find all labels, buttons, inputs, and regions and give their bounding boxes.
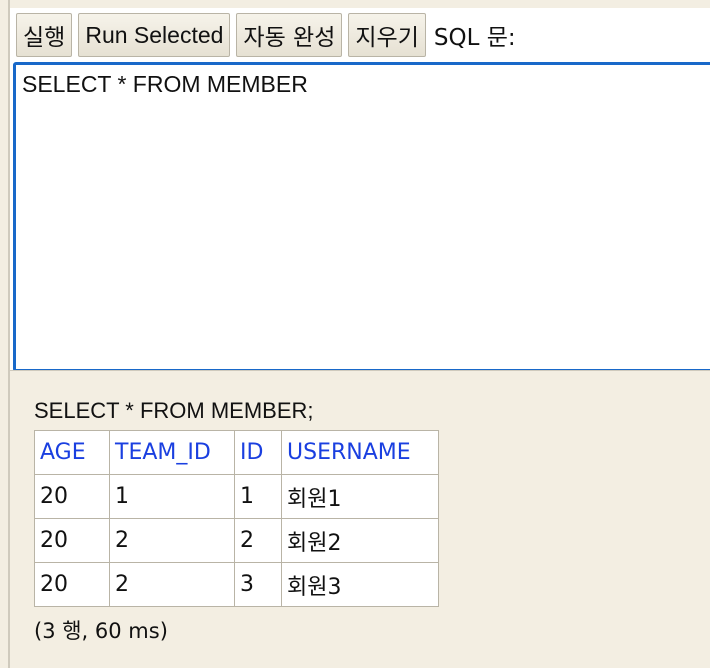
pane-splitter[interactable] [10, 370, 710, 377]
sql-editor[interactable]: SELECT * FROM MEMBER [13, 62, 710, 372]
results-panel: SELECT * FROM MEMBER; AGE TEAM_ID ID USE… [34, 398, 439, 645]
toolbar: 실행 Run Selected 자동 완성 지우기 SQL 문: [16, 12, 516, 58]
column-header-age[interactable]: AGE [34, 430, 110, 475]
query-pane: 실행 Run Selected 자동 완성 지우기 SQL 문: SELECT … [10, 8, 710, 372]
run-selected-button[interactable]: Run Selected [78, 13, 231, 57]
clear-button[interactable]: 지우기 [348, 13, 426, 57]
column-header-username[interactable]: USERNAME [281, 430, 439, 475]
table-cell: 20 [34, 518, 110, 563]
table-cell: 1 [109, 474, 235, 519]
table-cell: 1 [234, 474, 282, 519]
sql-statement-label: SQL 문: [433, 25, 516, 51]
table-row: 20 2 2 회원2 [34, 518, 439, 563]
autocomplete-button[interactable]: 자동 완성 [236, 13, 343, 57]
executed-statement: SELECT * FROM MEMBER; [34, 398, 314, 423]
result-table: AGE TEAM_ID ID USERNAME 20 1 1 회원1 20 2 … [34, 430, 439, 607]
run-button[interactable]: 실행 [16, 13, 73, 57]
table-cell: 20 [34, 562, 110, 607]
table-cell: 2 [109, 562, 235, 607]
table-cell: 20 [34, 474, 110, 519]
table-header-row: AGE TEAM_ID ID USERNAME [34, 430, 439, 475]
top-strip [0, 0, 710, 8]
table-cell: 3 [234, 562, 282, 607]
table-cell: 2 [234, 518, 282, 563]
column-header-id[interactable]: ID [234, 430, 282, 475]
table-row: 20 2 3 회원3 [34, 562, 439, 607]
result-summary: (3 행, 60 ms) [34, 619, 168, 643]
column-header-team-id[interactable]: TEAM_ID [109, 430, 235, 475]
table-cell: 회원3 [281, 562, 439, 607]
table-row: 20 1 1 회원1 [34, 474, 439, 519]
table-cell: 회원2 [281, 518, 439, 563]
table-cell: 회원1 [281, 474, 439, 519]
table-cell: 2 [109, 518, 235, 563]
